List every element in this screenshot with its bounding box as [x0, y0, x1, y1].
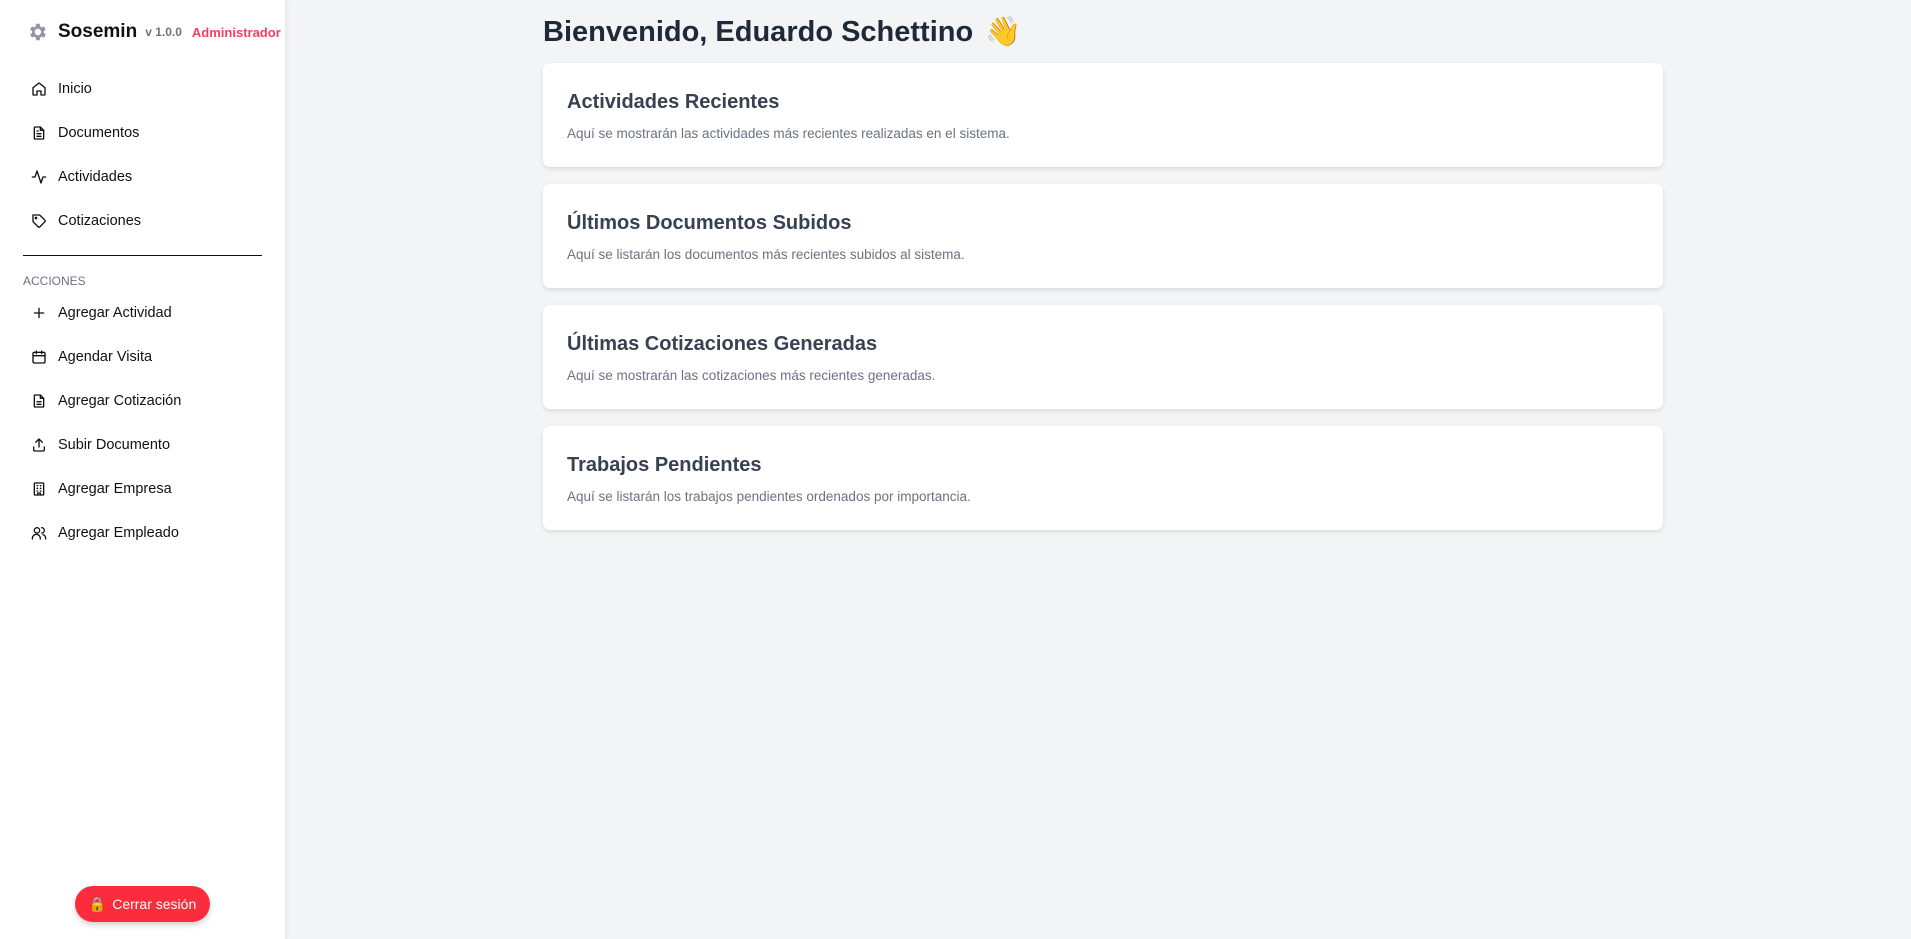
card-title: Últimos Documentos Subidos: [567, 212, 852, 234]
card-trabajos-pendientes: Trabajos Pendientes Aquí se listarán los …: [543, 426, 1663, 530]
main-nav: Inicio Documentos Actividades Cotizacion…: [0, 67, 286, 243]
action-agregar-empresa[interactable]: Agregar Empresa: [0, 467, 286, 511]
sidebar-item-label: Documentos: [58, 125, 140, 141]
users-icon: [31, 527, 47, 540]
card-title: Trabajos Pendientes: [567, 454, 762, 476]
document-icon: [33, 394, 45, 408]
action-label: Agregar Actividad: [58, 305, 172, 321]
card-title: Actividades Recientes: [567, 91, 780, 113]
card-title: Últimas Cotizaciones Generadas: [567, 333, 878, 355]
calendar-icon: [32, 350, 46, 364]
page-title: Bienvenido, Eduardo Schettino 👋: [543, 12, 1663, 52]
logout-button[interactable]: 🔒 Cerrar sesión: [75, 886, 210, 922]
sidebar-item-inicio[interactable]: Inicio: [0, 67, 286, 111]
brand: Sosemin v 1.0.0 Administrador: [26, 21, 281, 43]
document-icon: [33, 126, 45, 140]
sidebar-item-documentos[interactable]: Documentos: [0, 111, 286, 155]
action-agregar-cotizacion[interactable]: Agregar Cotización: [0, 379, 286, 423]
card-text: Aquí se mostrarán las actividades más re…: [567, 126, 1010, 141]
building-icon: [33, 482, 45, 496]
logout-label: Cerrar sesión: [112, 896, 197, 912]
tag-icon: [32, 214, 46, 228]
action-label: Agregar Empresa: [58, 481, 172, 497]
card-ultimos-documentos: Últimos Documentos Subidos Aquí se listar…: [543, 184, 1663, 288]
action-agendar-visita[interactable]: Agendar Visita: [0, 335, 286, 379]
role-badge: Administrador: [191, 24, 281, 40]
activity-icon: [31, 170, 47, 184]
home-icon: [32, 82, 46, 96]
card-text: Aquí se listarán los documentos más reci…: [567, 247, 965, 262]
card-text: Aquí se mostrarán las cotizaciones más r…: [567, 368, 936, 383]
action-label: Agregar Empleado: [58, 525, 179, 541]
actions-section-title: ACCIONES: [23, 274, 86, 288]
action-agregar-actividad[interactable]: Agregar Actividad: [0, 291, 286, 335]
plus-icon: [33, 307, 45, 319]
action-label: Agendar Visita: [58, 349, 153, 365]
sidebar-item-label: Cotizaciones: [58, 213, 142, 229]
action-agregar-empleado[interactable]: Agregar Empleado: [0, 511, 286, 555]
card-actividades-recientes: Actividades Recientes Aquí se mostrarán l…: [543, 63, 1663, 167]
sidebar-item-actividades[interactable]: Actividades: [0, 155, 286, 199]
sidebar-item-cotizaciones[interactable]: Cotizaciones: [0, 199, 286, 243]
upload-icon: [33, 438, 45, 452]
lock-icon: 🔒: [88, 895, 107, 912]
sidebar-divider: [23, 255, 262, 256]
action-label: Subir Documento: [58, 437, 171, 453]
action-subir-documento[interactable]: Subir Documento: [0, 423, 286, 467]
gear-icon: [30, 23, 46, 41]
card-text: Aquí se listarán los trabajos pendientes…: [567, 489, 971, 504]
sidebar-item-label: Inicio: [58, 81, 92, 97]
card-ultimas-cotizaciones: Últimas Cotizaciones Generadas Aquí se mo…: [543, 305, 1663, 409]
actions-nav: Agregar Actividad Agendar Visita Agregar…: [0, 291, 286, 555]
wave-icon: 👋: [985, 16, 1022, 48]
welcome-text: Bienvenido, Eduardo Schettino: [543, 15, 974, 48]
app-version: v 1.0.0: [145, 25, 182, 39]
sidebar: Sosemin v 1.0.0 Administrador Inicio Doc…: [0, 0, 286, 939]
sidebar-item-label: Actividades: [58, 169, 133, 185]
main-content: Bienvenido, Eduardo Schettino 👋 Actividad…: [543, 0, 1663, 530]
action-label: Agregar Cotización: [58, 393, 182, 409]
app-name: Sosemin: [58, 21, 138, 42]
